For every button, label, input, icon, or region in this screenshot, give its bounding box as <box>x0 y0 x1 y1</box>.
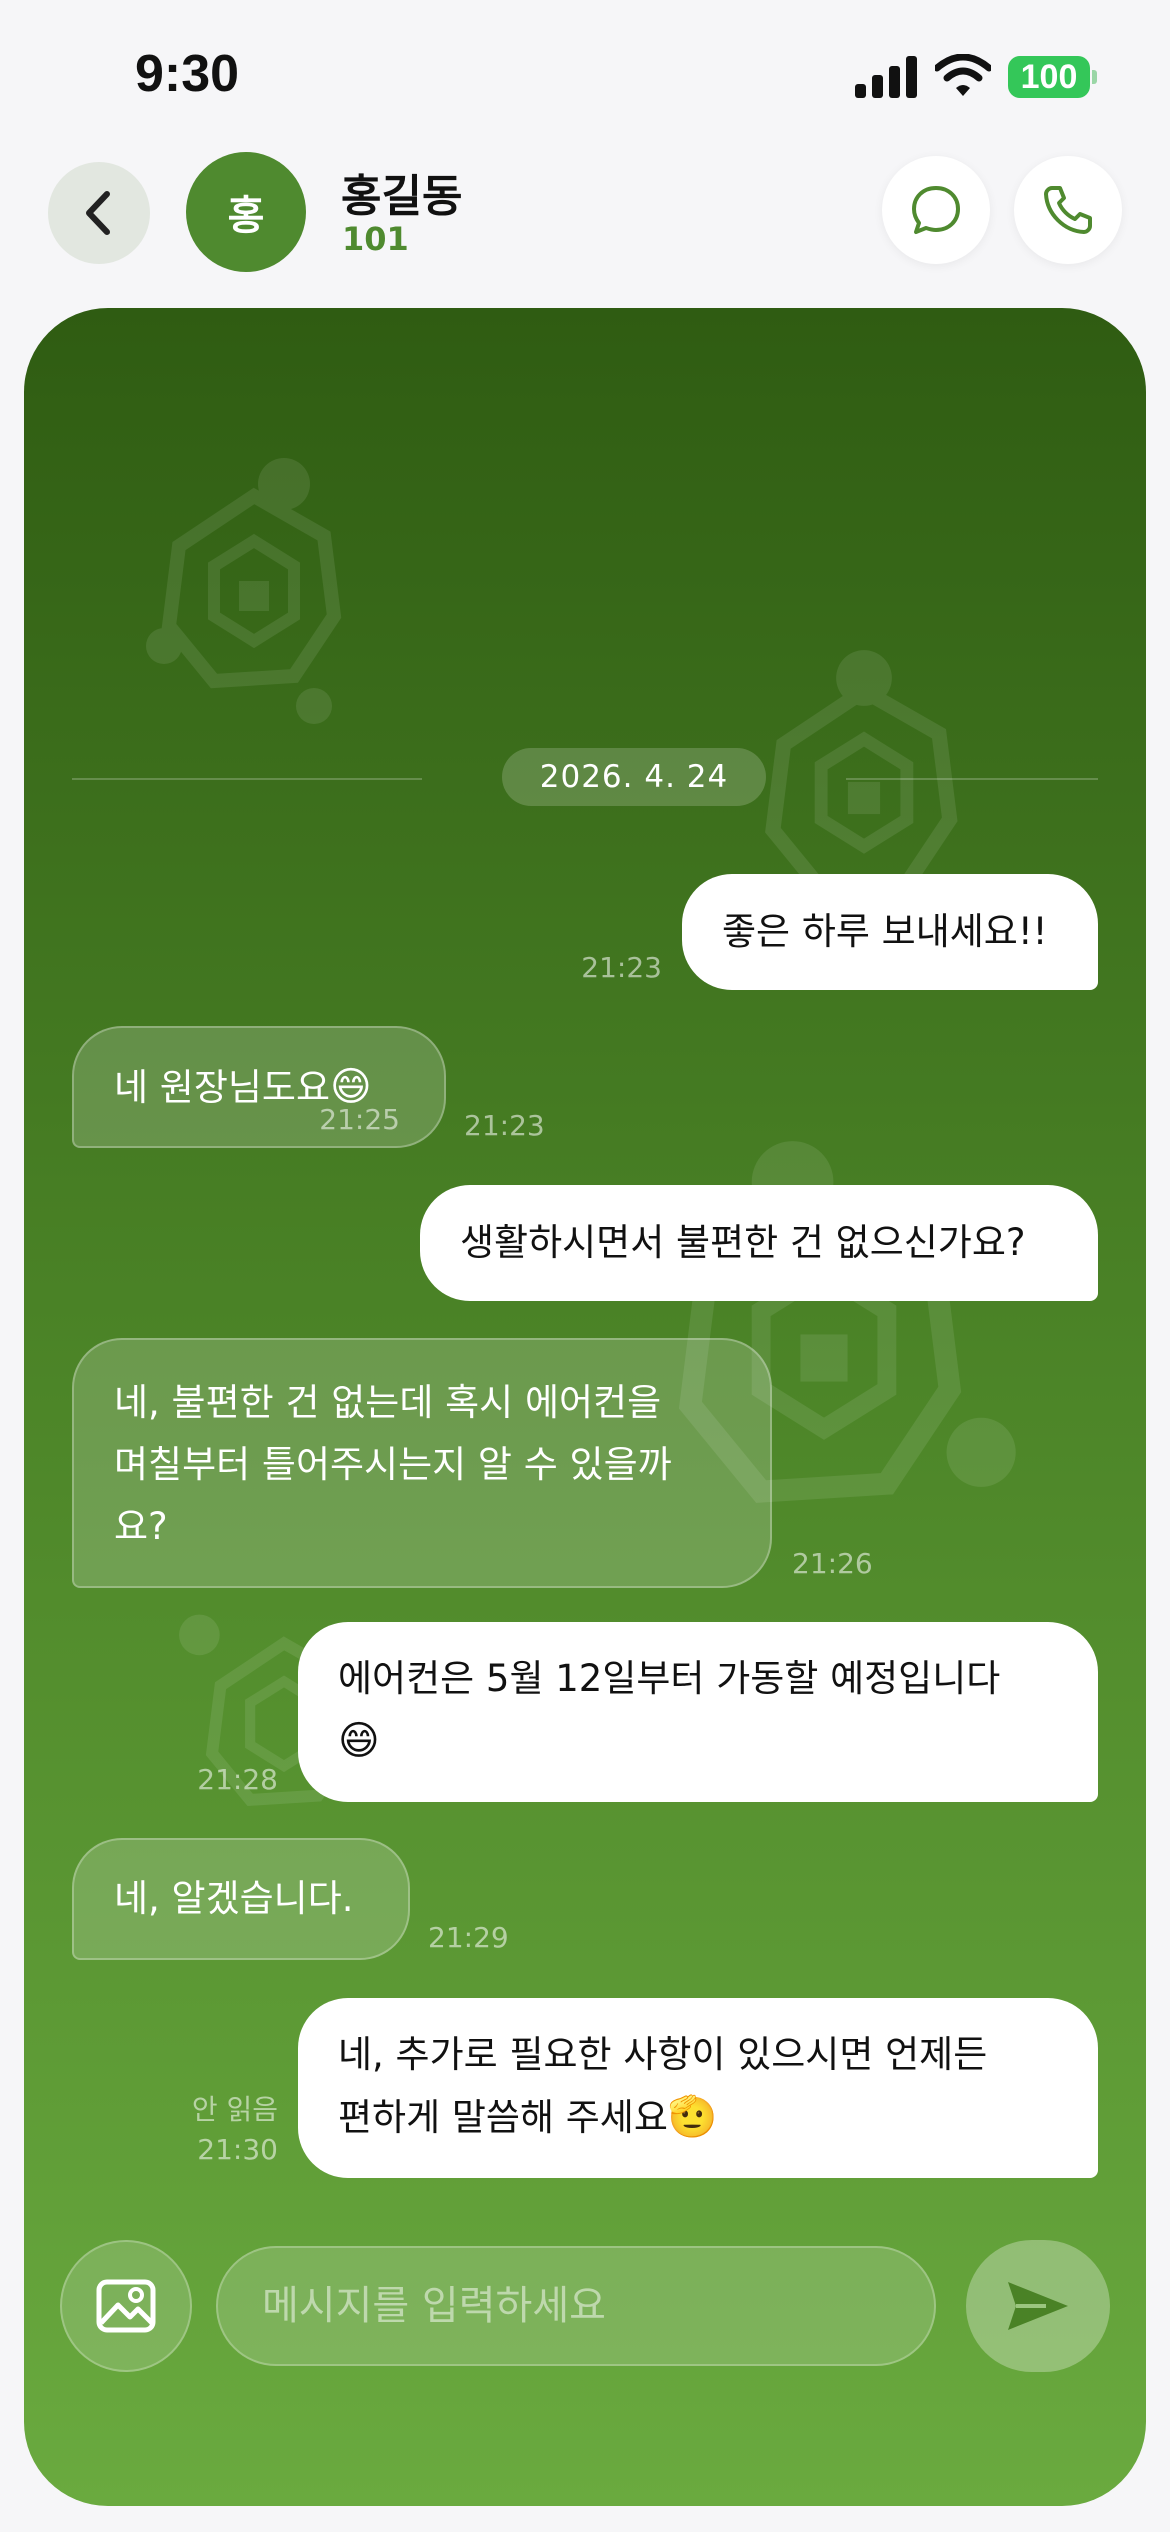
message-time: 21:23 <box>581 951 662 984</box>
cellular-signal-icon <box>855 56 917 98</box>
status-time: 9:30 <box>135 45 240 103</box>
grinning-emoji-icon: 😄 <box>338 1718 380 1764</box>
battery-nub <box>1092 70 1097 84</box>
chevron-left-icon <box>86 191 110 235</box>
message-text: 좋은 하루 보내세요!! <box>722 910 1048 953</box>
call-button[interactable] <box>1014 156 1122 264</box>
message-bubble-outgoing[interactable]: 생활하시면서 불편한 건 없으신가요? <box>420 1185 1098 1301</box>
turtle-watermark-icon <box>146 458 342 724</box>
message-bubble-incoming[interactable]: 네, 불편한 건 없는데 혹시 에어컨을 며칠부터 틀어주시는지 알 수 있을까… <box>72 1338 772 1588</box>
chat-panel: 2026. 4. 24 21:23 좋은 하루 보내세요!! 네 원장님도요😄 … <box>24 308 1146 2506</box>
wifi-icon <box>935 54 991 96</box>
message-bubble-outgoing[interactable]: 좋은 하루 보내세요!! <box>682 874 1098 990</box>
phone-icon <box>1044 186 1092 234</box>
message-time: 21:25 <box>319 1103 400 1136</box>
send-button[interactable] <box>966 2240 1110 2372</box>
date-divider-line <box>72 778 422 780</box>
chat-button[interactable] <box>882 156 990 264</box>
chat-header: 홍 홍길동 101 <box>0 150 1170 300</box>
message-bubble-outgoing[interactable]: 에어컨은 5월 12일부터 가동할 예정입니다 😄 <box>298 1622 1098 1802</box>
message-line: 며칠부터 틀어주시는지 알 수 있을까 <box>114 1443 672 1486</box>
message-composer <box>24 2240 1146 2380</box>
message-time: 21:28 <box>197 1763 278 1796</box>
saluting-emoji-icon: 🫡 <box>667 2094 718 2140</box>
status-bar: 9:30 100 <box>0 0 1170 150</box>
message-time: 21:26 <box>792 1547 873 1580</box>
date-divider-line <box>846 778 1098 780</box>
unread-status: 안 읽음 <box>191 2093 278 2126</box>
message-text: 네, 알겠습니다. <box>114 1877 354 1920</box>
message-time: 21:30 <box>197 2133 278 2166</box>
message-line: 요? <box>114 1505 168 1548</box>
avatar[interactable]: 홍 <box>186 152 306 272</box>
battery-level: 100 <box>1008 56 1090 98</box>
message-bubble-incoming[interactable]: 네, 알겠습니다. <box>72 1838 410 1960</box>
message-bubble-outgoing[interactable]: 네, 추가로 필요한 사항이 있으시면 언제든 편하게 말씀해 주세요🫡 <box>298 1998 1098 2178</box>
attach-image-button[interactable] <box>60 2240 192 2372</box>
message-time: 21:29 <box>428 1921 509 1954</box>
message-line: 에어컨은 5월 12일부터 가동할 예정입니다 <box>338 1657 1001 1700</box>
message-line: 네, 불편한 건 없는데 혹시 에어컨을 <box>114 1381 662 1424</box>
message-time: 21:23 <box>464 1109 545 1142</box>
message-text: 네 원장님도요 <box>114 1066 331 1109</box>
contact-name: 홍길동 <box>341 171 463 222</box>
image-icon <box>96 2279 156 2333</box>
chat-bubble-icon <box>912 186 960 234</box>
send-icon <box>1008 2282 1068 2330</box>
date-separator: 2026. 4. 24 <box>72 748 1098 808</box>
message-text: 생활하시면서 불편한 건 없으신가요? <box>460 1221 1026 1264</box>
back-button[interactable] <box>48 162 150 264</box>
contact-unit: 101 <box>342 220 409 258</box>
message-line: 네, 추가로 필요한 사항이 있으시면 언제든 <box>338 2033 988 2076</box>
message-input[interactable] <box>216 2246 936 2366</box>
date-pill: 2026. 4. 24 <box>502 748 766 806</box>
message-line: 편하게 말씀해 주세요 <box>338 2096 668 2139</box>
